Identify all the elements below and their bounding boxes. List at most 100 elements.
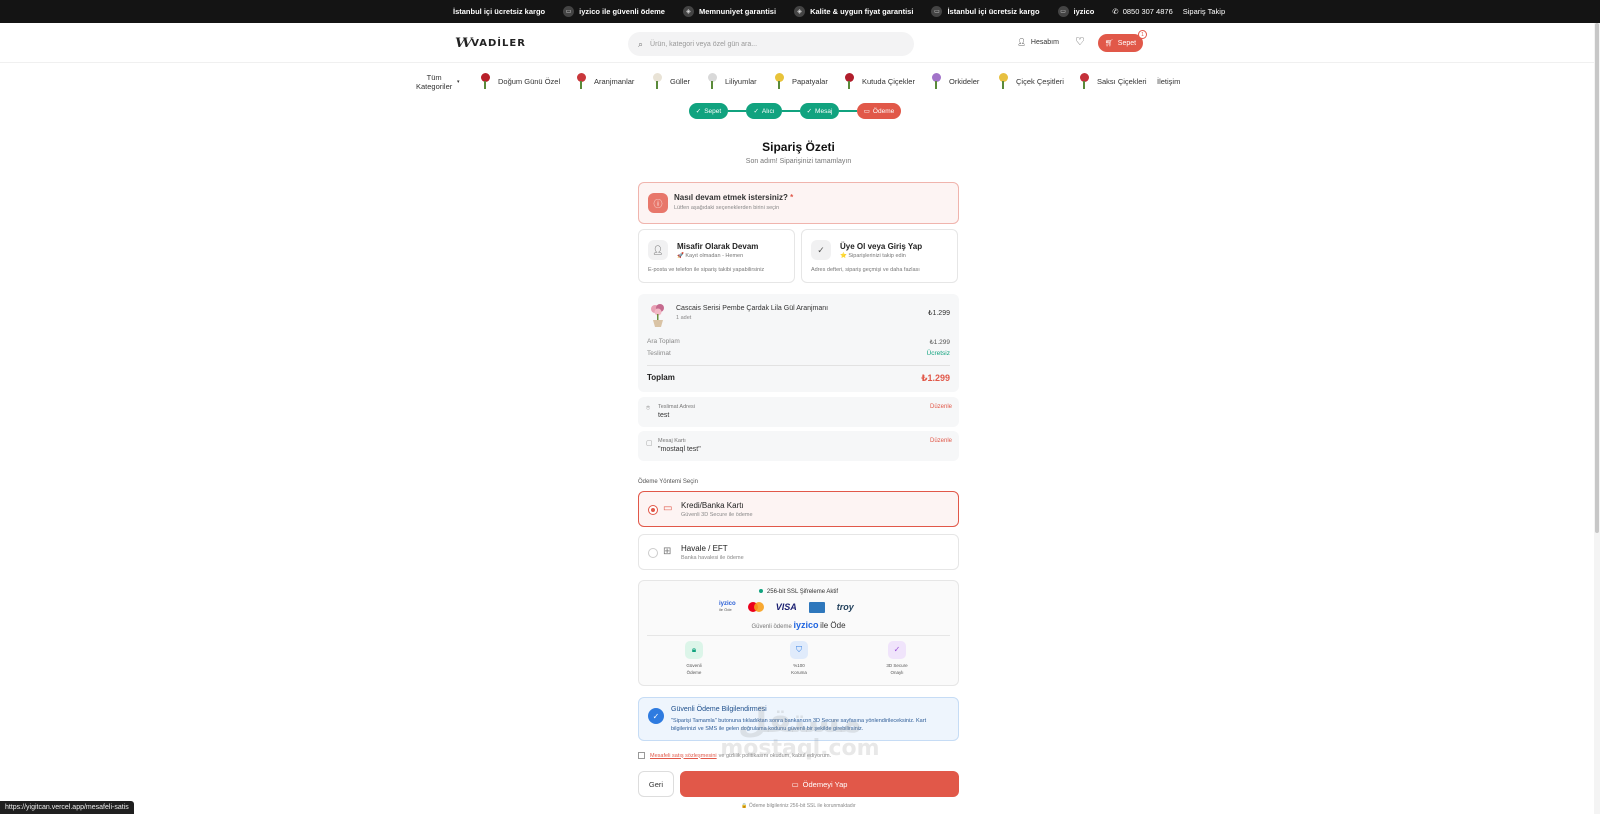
cart-button[interactable]: 🛒︎ Sepet 1: [1098, 30, 1147, 52]
chevron-down-icon: ▾: [457, 79, 460, 85]
product-quantity: 1 adet: [676, 315, 692, 321]
page-scrollbar[interactable]: [1594, 23, 1600, 814]
announcement-item: ▭ İstanbul içi ücretsiz kargo: [931, 6, 1040, 17]
announcement-item: İstanbul içi ücretsiz kargo: [453, 7, 546, 16]
step-cart[interactable]: ✓ Sepet: [689, 103, 728, 119]
distance-sales-link[interactable]: Mesafeli satış sözleşmesini: [650, 753, 717, 759]
amex-logo: [808, 601, 825, 613]
step-message[interactable]: ✓ Mesaj: [800, 103, 839, 119]
search-icon: ⌕: [638, 38, 644, 49]
account-link[interactable]: 👤︎ Hesabım: [1017, 38, 1059, 47]
user-icon: 👤︎: [1017, 39, 1026, 46]
step-connector: [782, 110, 800, 112]
order-summary: Cascais Serisi Pembe Çardak Lila Gül Ara…: [638, 294, 959, 392]
scrollbar-thumb[interactable]: [1595, 23, 1599, 533]
flower-icon: [772, 72, 786, 90]
category-link[interactable]: Saksı Çiçekleri: [1077, 72, 1147, 90]
pay-button[interactable]: ▭ Ödemeyi Yap: [680, 771, 959, 797]
radio-selected[interactable]: [648, 505, 658, 515]
alert-title: Nasıl devam etmek istersiniz? *: [674, 193, 794, 202]
flower-icon: [842, 72, 856, 90]
phone-link[interactable]: ✆ 0850 307 4876: [1112, 7, 1172, 16]
track-order-link[interactable]: Sipariş Takip: [1183, 7, 1225, 16]
status-bar-url: https://yigitcan.vercel.app/mesafeli-sat…: [0, 801, 134, 814]
subtotal-row: Ara Toplam ₺1.299: [647, 338, 950, 346]
checkout-choice-alert: ⓘ Nasıl devam etmek istersiniz? * Lütfen…: [638, 182, 959, 224]
announcement-item: ▭ iyzico: [1057, 6, 1094, 17]
all-categories-button[interactable]: Tüm Kategoriler ▾: [416, 73, 460, 91]
contact-link[interactable]: İletişim: [1157, 77, 1180, 86]
card-icon: ▭: [563, 6, 575, 17]
flower-icon: [478, 72, 492, 90]
payment-section-label: Ödeme Yöntemi Seçin: [638, 479, 698, 485]
category-link[interactable]: Güller: [650, 72, 690, 90]
payment-logos: iyzico ile Öde VISA troy: [719, 601, 854, 613]
iyzico-logo: iyzico ile Öde: [719, 601, 736, 612]
check-icon: ✓: [888, 641, 906, 659]
edit-address-link[interactable]: Düzenle: [930, 404, 952, 410]
edit-message-link[interactable]: Düzenle: [930, 438, 952, 444]
alert-icon: ⓘ: [648, 193, 668, 213]
payment-option-card[interactable]: ▭ Kredi/Banka Kartı Güvenli 3D Secure il…: [638, 491, 959, 527]
cart-icon: 🛒︎: [1104, 40, 1114, 47]
credit-card-icon: ▭: [663, 503, 673, 514]
agreement-checkbox[interactable]: [638, 752, 645, 759]
alert-hint: Lütfen aşağıdaki seçeneklerden birini se…: [674, 205, 780, 211]
category-link[interactable]: Orkideler: [929, 72, 979, 90]
member-login-option[interactable]: ✓ Üye Ol veya Giriş Yap ⭐ Siparişleriniz…: [801, 229, 958, 283]
cart-count-badge: 1: [1138, 30, 1147, 39]
feature-secure-payment: 🔒︎ Güvenli Ödeme: [664, 641, 724, 676]
payment-option-transfer[interactable]: ⊞ Havale / EFT Banka havalesi ile ödeme: [638, 534, 959, 570]
delivery-row: Teslimat Ücretsiz: [647, 350, 950, 357]
checkout-steps: ✓ Sepet ✓ Alıcı ✓ Mesaj ▭ Ödeme: [689, 103, 901, 119]
flower-icon: [996, 72, 1010, 90]
category-link[interactable]: Liliyumlar: [705, 72, 757, 90]
shield-icon: ⛉: [790, 641, 808, 659]
check-icon: ✓: [753, 108, 759, 115]
visa-logo: VISA: [775, 602, 797, 612]
favorites-icon[interactable]: ♡: [1075, 35, 1085, 48]
troy-logo: troy: [836, 602, 854, 612]
agreement-row: Mesafeli satış sözleşmesini ve gizlilik …: [638, 752, 831, 759]
truck-icon: ▭: [931, 6, 943, 17]
iyzico-guarantee: Güvenli ödeme iyzico ile Öde: [751, 620, 846, 630]
category-nav: Tüm Kategoriler ▾ Doğum Günü Özel Aranjman…: [0, 70, 1600, 94]
category-link[interactable]: Kutuda Çiçekler: [842, 72, 915, 90]
page-title: Sipariş Özeti: [762, 140, 835, 154]
secure-payment-notice: ✓ Güvenli Ödeme Bilgilendirmesi "Sipariş…: [638, 697, 959, 741]
radio-unselected[interactable]: [648, 548, 658, 558]
lock-icon: 🔒︎: [685, 641, 703, 659]
category-link[interactable]: Aranjmanlar: [574, 72, 634, 90]
bank-transfer-icon: ⊞: [663, 546, 672, 557]
shield-icon: ◈: [682, 6, 694, 17]
security-badges: 256-bit SSL Şifreleme Aktif iyzico ile Öd…: [638, 580, 959, 686]
flower-icon: [929, 72, 943, 90]
back-button[interactable]: Geri: [638, 771, 674, 797]
check-circle-icon: ✓: [648, 708, 664, 724]
message-card-box: ▢ Mesaj Kartı "mostaql test" Düzenle: [638, 431, 959, 461]
logo-mark-icon: VV: [455, 36, 472, 51]
page-subtitle: Son adım! Siparişinizi tamamlayın: [745, 158, 852, 165]
user-icon: 👤︎: [648, 240, 668, 260]
guest-checkout-option[interactable]: 👤︎ Misafir Olarak Devam 🚀 Kayıt olmadan …: [638, 229, 795, 283]
category-link[interactable]: Papatyalar: [772, 72, 828, 90]
delivery-address-box: ⌾ Teslimat Adresi test Düzenle: [638, 397, 959, 427]
divider: [647, 365, 950, 366]
ssl-status: 256-bit SSL Şifreleme Aktif: [639, 589, 958, 595]
ssl-footnote: 🔒 Ödeme bilgileriniz 256-bit SSL ile kor…: [741, 803, 856, 809]
step-recipient[interactable]: ✓ Alıcı: [746, 103, 782, 119]
check-icon: ✓: [695, 108, 702, 115]
badge-icon: ◈: [794, 6, 806, 17]
category-link[interactable]: Doğum Günü Özel: [478, 72, 560, 90]
product-thumbnail: [651, 304, 664, 327]
feature-protection: ⛉ %100 Koruma: [769, 641, 829, 676]
card-icon: ▭: [1057, 6, 1069, 17]
search-input[interactable]: ⌕ Ürün, kategori veya özel gün ara...: [628, 32, 914, 56]
flower-icon: [650, 72, 664, 90]
card-icon: ▭: [863, 108, 870, 115]
site-logo[interactable]: VV VADİLER: [455, 36, 526, 51]
product-name: Cascais Serisi Pembe Çardak Lila Gül Ara…: [676, 305, 829, 312]
topbar-right: ✆ 0850 307 4876 Sipariş Takip: [1112, 7, 1225, 16]
category-link[interactable]: Çiçek Çeşitleri: [996, 72, 1064, 90]
divider: [647, 635, 950, 636]
